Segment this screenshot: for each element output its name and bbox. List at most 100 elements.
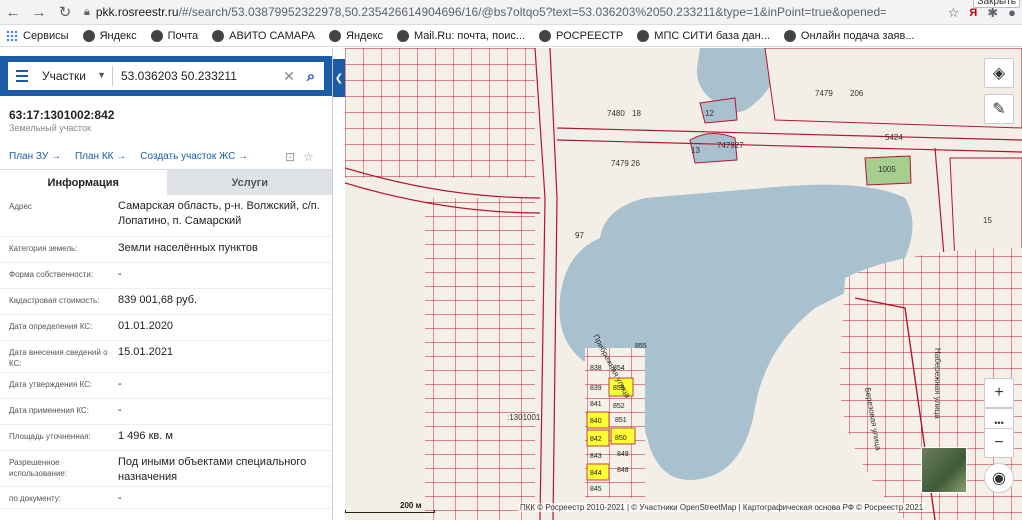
bookmark-item[interactable]: Сервисы bbox=[6, 29, 69, 42]
bookmark-item[interactable]: Почта bbox=[150, 29, 198, 42]
property-row: Площадь уточненная: 1 496 кв. м bbox=[0, 425, 332, 451]
parcel-label: 848 bbox=[617, 467, 629, 474]
bookmark-item[interactable]: РОСРЕЕСТР bbox=[539, 29, 623, 42]
parcel-label: 747927 bbox=[717, 141, 744, 150]
bookmark-item[interactable]: МПС СИТИ база дан... bbox=[637, 29, 770, 42]
map-attribution: ПКК © Росреестр 2010-2021 | © Участники … bbox=[518, 503, 926, 512]
parcel-label: 840 bbox=[590, 418, 602, 425]
bookmark-item[interactable]: АВИТО САМАРА bbox=[212, 29, 315, 42]
layers-icon[interactable]: ◈ bbox=[984, 58, 1014, 88]
apps-icon bbox=[6, 29, 18, 42]
plan-kk-link[interactable]: План КК → bbox=[75, 151, 126, 162]
search-box: Участки ▼ 53.036203 50.233211 ✕ ⌕ bbox=[8, 62, 324, 90]
globe-icon bbox=[329, 29, 342, 42]
tab-information[interactable]: Информация bbox=[0, 170, 167, 195]
parcel-label: 206 bbox=[850, 89, 864, 98]
favorite-icon[interactable]: ☆ bbox=[303, 150, 314, 164]
bookmark-item[interactable]: Яндекс bbox=[329, 29, 383, 42]
parcel-label: 15 bbox=[983, 216, 992, 225]
clear-icon[interactable]: ✕ bbox=[280, 68, 298, 85]
bookmark-item[interactable]: Mail.Ru: почта, поис... bbox=[397, 29, 525, 42]
plots-far-west bbox=[345, 178, 425, 520]
globe-icon bbox=[397, 29, 410, 42]
parcel-label: 850 bbox=[615, 435, 627, 442]
property-row: Форма собственности: - bbox=[0, 263, 332, 289]
parcel-label: 12 bbox=[705, 109, 714, 118]
parcel-label: 97 bbox=[575, 231, 584, 240]
close-tooltip: Закрыть bbox=[973, 0, 1020, 8]
lock-icon: 🔒︎ bbox=[84, 5, 90, 18]
properties-list: Адрес Самарская область, р-н. Волжский, с… bbox=[0, 195, 332, 509]
parcel-label: 838 bbox=[590, 365, 602, 372]
create-parcel-link[interactable]: Создать участок ЖС → bbox=[140, 151, 248, 162]
property-row: Дата определения КС: 01.01.2020 bbox=[0, 315, 332, 341]
road-horizontal bbox=[556, 127, 1022, 141]
cadastral-number: 63:17:1301002:842 bbox=[9, 108, 115, 122]
road-main-vertical bbox=[534, 48, 546, 520]
search-input[interactable]: 53.036203 50.233211 bbox=[121, 69, 280, 83]
parcel-label: 18 bbox=[632, 109, 641, 118]
browser-toolbar: ← → ↻ 🔒︎ pkk.rosreestr.ru/#/search/53.03… bbox=[0, 0, 1022, 25]
globe-icon bbox=[539, 29, 552, 42]
zoom-to-icon[interactable]: ⊡ bbox=[285, 150, 295, 164]
search-type-select[interactable]: Участки ▼ bbox=[36, 69, 112, 83]
zoom-in-button[interactable]: + bbox=[984, 378, 1014, 408]
plots-northwest bbox=[345, 48, 535, 178]
road-east bbox=[934, 147, 946, 269]
parcel-label: 13 bbox=[691, 146, 700, 155]
street-label: Набережная улица bbox=[933, 348, 942, 419]
back-icon[interactable]: ← bbox=[0, 0, 26, 25]
menu-icon[interactable] bbox=[8, 70, 36, 82]
parcel-label: 851 bbox=[615, 417, 627, 424]
object-type: Земельный участок bbox=[9, 123, 91, 133]
parcel-label: 1005 bbox=[878, 165, 896, 174]
reload-icon[interactable]: ↻ bbox=[52, 0, 78, 25]
yandex-icon[interactable]: Я bbox=[969, 7, 977, 19]
property-row: Дата утверждения КС: - bbox=[0, 373, 332, 399]
parcel-label: 7479 bbox=[815, 89, 833, 98]
quarter-label: :1301001 bbox=[507, 413, 541, 422]
parcel-label: 844 bbox=[590, 470, 602, 477]
forward-icon[interactable]: → bbox=[26, 0, 52, 25]
scale-label: 200 м bbox=[400, 501, 422, 510]
property-row: Адрес Самарская область, р-н. Волжский, с… bbox=[0, 195, 332, 237]
parcel-label: 852 bbox=[613, 403, 625, 410]
parcel-label: 843 bbox=[590, 453, 602, 460]
info-tabs: Информация Услуги bbox=[0, 169, 332, 195]
parcel-label: 845 bbox=[590, 486, 602, 493]
globe-icon bbox=[212, 29, 225, 42]
globe-icon bbox=[783, 29, 796, 42]
ruler-icon[interactable]: ✎ bbox=[984, 94, 1014, 124]
parcel-label: 7480 bbox=[607, 109, 625, 118]
property-row: Дата применения КС: - bbox=[0, 399, 332, 425]
cadastral-map[interactable]: 853 852 851 850 849 848 839 838 840 841 … bbox=[345, 48, 1022, 520]
parcel-label: 841 bbox=[590, 401, 602, 408]
parcel-label: 849 bbox=[617, 451, 629, 458]
property-row: Разрешенное использование: Под иными объе… bbox=[0, 451, 332, 487]
parcel-label: 7479 26 bbox=[611, 159, 640, 168]
bookmarks-bar: Сервисы Яндекс Почта АВИТО САМАРА Яндекс… bbox=[0, 25, 1022, 47]
globe-icon bbox=[637, 29, 650, 42]
locate-icon[interactable]: ◉ bbox=[984, 463, 1014, 493]
basemap-switcher[interactable] bbox=[921, 447, 967, 493]
search-bar: Участки ▼ 53.036203 50.233211 ✕ ⌕ bbox=[0, 56, 332, 96]
parcel-label: 842 bbox=[590, 436, 602, 443]
zoom-out-button[interactable]: − bbox=[984, 428, 1014, 458]
globe-icon bbox=[82, 29, 95, 42]
search-icon[interactable]: ⌕ bbox=[298, 68, 324, 85]
collapse-panel-button[interactable]: ❮ bbox=[333, 59, 345, 97]
parcel-label: 839 bbox=[590, 385, 602, 392]
property-row: по документу: - bbox=[0, 487, 332, 509]
bookmark-item[interactable]: Яндекс bbox=[82, 29, 137, 42]
star-icon[interactable]: ☆ bbox=[948, 5, 960, 21]
property-row: Дата внесения сведений о КС: 15.01.2021 bbox=[0, 341, 332, 373]
parcel-label: 5424 bbox=[885, 133, 903, 142]
parcel-label: 855 bbox=[635, 343, 647, 350]
bookmark-item[interactable]: Онлайн подача заяв... bbox=[783, 29, 915, 42]
info-panel: Участки ▼ 53.036203 50.233211 ✕ ⌕ 63:17:1… bbox=[0, 48, 333, 520]
plots-west bbox=[425, 198, 535, 520]
address-bar[interactable]: pkk.rosreestr.ru/#/search/53.03879952322… bbox=[96, 5, 886, 19]
action-links: План ЗУ → План КК → Создать участок ЖС →… bbox=[9, 150, 314, 164]
plan-zu-link[interactable]: План ЗУ → bbox=[9, 151, 61, 162]
tab-services[interactable]: Услуги bbox=[166, 170, 332, 195]
